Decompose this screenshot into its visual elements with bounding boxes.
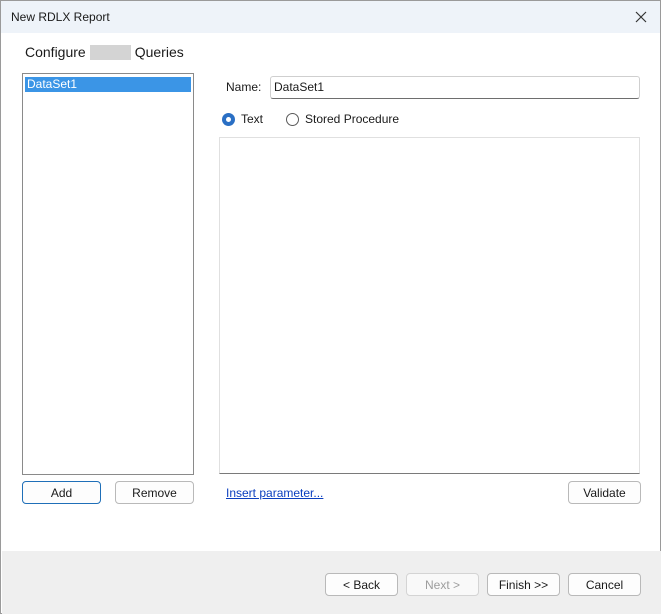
radio-text[interactable]: Text: [222, 112, 263, 126]
dialog-window: New RDLX Report Configure Queries DataSe…: [0, 0, 661, 614]
finish-button[interactable]: Finish >>: [487, 573, 560, 596]
name-label: Name:: [226, 80, 262, 94]
radio-stored-procedure-label: Stored Procedure: [305, 112, 400, 126]
redacted-text: [89, 44, 131, 60]
radio-stored-procedure[interactable]: Stored Procedure: [286, 112, 399, 126]
window-title: New RDLX Report: [11, 10, 110, 24]
cancel-button[interactable]: Cancel: [568, 573, 641, 596]
close-icon: [635, 11, 647, 23]
list-item-dataset1[interactable]: DataSet1: [25, 77, 191, 92]
insert-parameter-link[interactable]: Insert parameter...: [226, 486, 323, 500]
add-button[interactable]: Add: [22, 481, 101, 504]
heading-suffix: Queries: [134, 44, 184, 60]
radio-checked-icon: [222, 112, 235, 126]
query-textarea[interactable]: [219, 137, 640, 474]
back-button[interactable]: < Back: [325, 573, 398, 596]
name-input[interactable]: DataSet1: [270, 76, 640, 99]
validate-button[interactable]: Validate: [568, 481, 641, 504]
heading-prefix: Configure: [25, 44, 86, 60]
radio-unchecked-icon: [286, 112, 299, 126]
radio-text-label: Text: [241, 112, 264, 126]
dataset-list[interactable]: DataSet1: [22, 73, 194, 475]
page-heading: Configure Queries: [25, 44, 184, 60]
close-button[interactable]: [628, 4, 654, 30]
next-button: Next >: [406, 573, 479, 596]
title-bar: New RDLX Report: [1, 1, 660, 33]
remove-button[interactable]: Remove: [115, 481, 194, 504]
